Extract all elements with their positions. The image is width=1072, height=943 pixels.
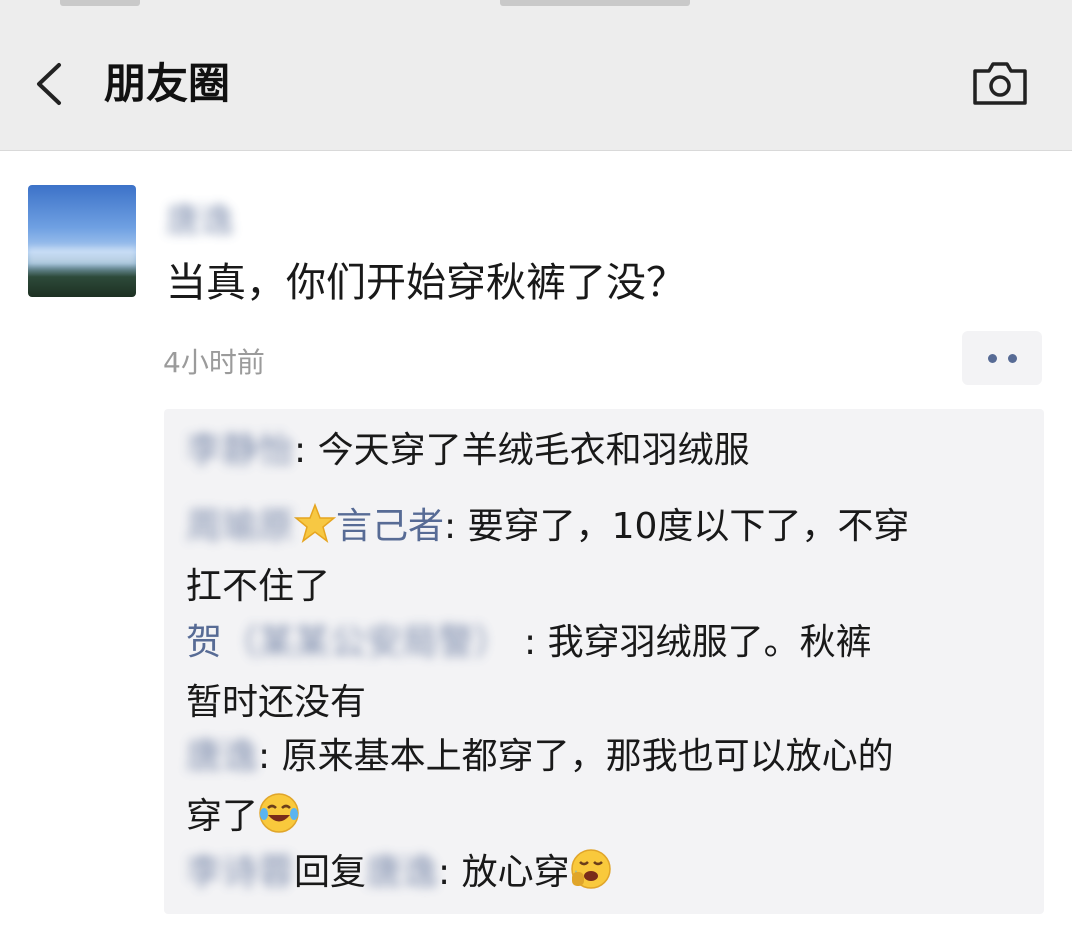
comment-item[interactable]: 唐逸: 原来基本上都穿了，那我也可以放心的 穿了 <box>186 727 1026 847</box>
comment-text: : 今天穿了羊绒毛衣和羽绒服 <box>294 430 750 471</box>
crying-emoji-icon <box>570 849 611 889</box>
comment-author[interactable]: 周瑜原 <box>186 506 294 547</box>
camera-button[interactable] <box>966 54 1034 112</box>
comment-text: : 放心穿 <box>438 852 570 893</box>
tears-of-joy-emoji-icon <box>259 793 299 833</box>
more-dots-icon <box>987 353 997 363</box>
moment-post: 唐逸 当真，你们开始穿秋裤了没？ 4小时前 李静怡: 今天穿了羊绒毛衣和羽绒服 … <box>0 151 1072 943</box>
post-author[interactable]: 唐逸 <box>166 199 234 243</box>
chevron-left-icon <box>37 63 61 105</box>
comment-author[interactable]: 贺 <box>186 622 222 663</box>
comment-author-remark: （某某公安局警） <box>222 622 511 663</box>
comment-text: : 原来基本上都穿了，那我也可以放心的 <box>258 736 894 777</box>
comment-author[interactable]: 唐逸 <box>186 736 258 777</box>
comment-item[interactable]: 李诗蓉回复唐逸: 放心穿 <box>186 843 1026 903</box>
comments-section: 李静怡: 今天穿了羊绒毛衣和羽绒服 周瑜原 言己者: 要穿了，10度以下了，不穿… <box>164 409 1044 914</box>
reply-label: 回复 <box>294 852 367 893</box>
comment-author-suffix[interactable]: 言己者 <box>336 506 444 547</box>
reply-to-name[interactable]: 唐逸 <box>366 852 438 893</box>
avatar[interactable] <box>28 185 136 297</box>
comment-text-cont: 暂时还没有 <box>186 682 367 723</box>
comment-text-cont: 穿了 <box>186 796 259 837</box>
more-button[interactable] <box>962 331 1042 385</box>
comment-item[interactable]: 李静怡: 今天穿了羊绒毛衣和羽绒服 <box>186 421 1026 481</box>
comment-text: : 我穿羽绒服了。秋裤 <box>524 622 872 663</box>
comment-author[interactable]: 李静怡 <box>186 430 294 471</box>
comment-author[interactable]: 李诗蓉 <box>186 852 294 893</box>
comment-text: : 要穿了，10度以下了，不穿 <box>444 506 910 547</box>
back-button[interactable] <box>22 58 74 110</box>
star-emoji-icon <box>294 502 337 543</box>
post-time: 4小时前 <box>163 346 265 379</box>
comment-text-cont: 扛不住了 <box>186 566 331 607</box>
page-title: 朋友圈 <box>104 59 231 108</box>
post-author-name: 唐逸 <box>166 201 234 241</box>
nav-header: 朋友圈 <box>0 18 1072 151</box>
post-text: 当真，你们开始穿秋裤了没？ <box>166 260 686 306</box>
status-bar <box>0 0 1072 18</box>
camera-icon <box>973 62 1027 105</box>
comment-item[interactable]: 周瑜原 言己者: 要穿了，10度以下了，不穿 扛不住了 <box>186 497 1026 617</box>
comment-item[interactable]: 贺（某某公安局警） : 我穿羽绒服了。秋裤 暂时还没有 <box>186 613 1026 733</box>
